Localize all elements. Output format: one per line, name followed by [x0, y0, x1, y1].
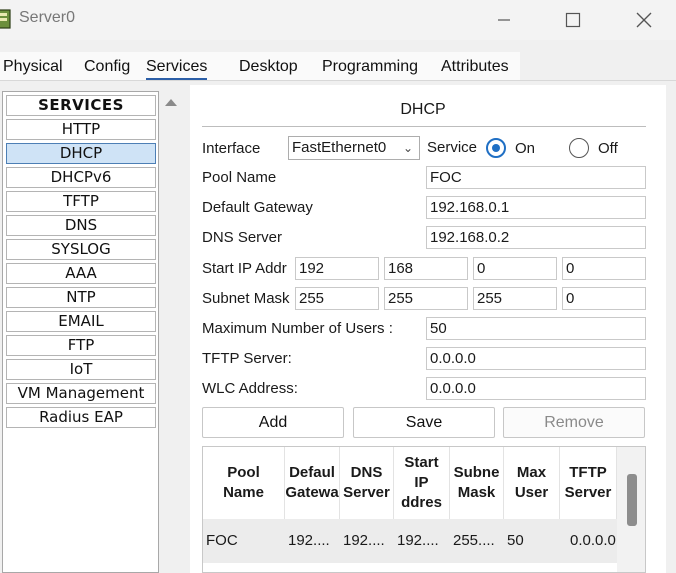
- subnet-mask-label: Subnet Mask: [202, 290, 290, 307]
- max-users-input[interactable]: 50: [426, 317, 646, 340]
- subnet-octet-3[interactable]: 255: [473, 287, 557, 310]
- save-button[interactable]: Save: [353, 407, 495, 438]
- start-ip-octet-1[interactable]: 192: [295, 257, 379, 280]
- cell-default-gateway: 192....: [288, 532, 330, 549]
- service-item-dns[interactable]: DNS: [6, 215, 156, 236]
- tab-desktop[interactable]: Desktop: [239, 58, 298, 76]
- services-header: SERVICES: [6, 95, 156, 116]
- service-item-vm-management[interactable]: VM Management: [6, 383, 156, 404]
- subnet-octet-4[interactable]: 0: [562, 287, 646, 310]
- service-item-dhcpv6[interactable]: DHCPv6: [6, 167, 156, 188]
- add-button[interactable]: Add: [202, 407, 344, 438]
- subnet-octet-1[interactable]: 255: [295, 287, 379, 310]
- server-app-icon: [0, 9, 11, 29]
- service-item-dhcp[interactable]: DHCP: [6, 143, 156, 164]
- tab-physical[interactable]: Physical: [3, 58, 63, 76]
- pool-name-input[interactable]: FOC: [426, 166, 646, 189]
- dhcp-panel: DHCP Interface FastEthernet0 ⌄ Service O…: [190, 85, 666, 573]
- interface-label: Interface: [202, 140, 261, 157]
- default-gateway-input[interactable]: 192.168.0.1: [426, 196, 646, 219]
- cell-max-user: 50: [507, 532, 524, 549]
- cell-start-ip: 192....: [397, 532, 439, 549]
- col-header-subnet-mask[interactable]: Subne Mask: [450, 447, 504, 519]
- tab-divider: [0, 80, 676, 81]
- default-gateway-label: Default Gateway: [202, 199, 313, 216]
- service-item-ntp[interactable]: NTP: [6, 287, 156, 308]
- close-button[interactable]: [621, 0, 667, 40]
- cell-subnet-mask: 255....: [453, 532, 495, 549]
- max-users-label: Maximum Number of Users :: [202, 320, 393, 337]
- interface-value: FastEthernet0: [292, 139, 387, 156]
- service-off-label: Off: [598, 140, 618, 157]
- maximize-button[interactable]: [550, 0, 596, 40]
- title-bar: Server0: [0, 0, 676, 40]
- service-item-email[interactable]: EMAIL: [6, 311, 156, 332]
- cell-pool-name: FOC: [206, 532, 238, 549]
- service-on-radio[interactable]: [486, 138, 506, 158]
- wlc-address-input[interactable]: 0.0.0.0: [426, 377, 646, 400]
- interface-select[interactable]: FastEthernet0 ⌄: [288, 136, 420, 160]
- title-divider: [202, 126, 646, 127]
- tftp-server-input[interactable]: 0.0.0.0: [426, 347, 646, 370]
- services-list: SERVICES HTTP DHCP DHCPv6 TFTP DNS SYSLO…: [2, 91, 159, 573]
- table-scroll-thumb[interactable]: [627, 474, 637, 526]
- table-scrollbar[interactable]: [617, 447, 645, 572]
- wlc-address-label: WLC Address:: [202, 380, 298, 397]
- start-ip-octet-2[interactable]: 168: [384, 257, 468, 280]
- tab-services[interactable]: Services: [146, 58, 208, 80]
- pool-name-label: Pool Name: [202, 169, 277, 186]
- scroll-up-arrow-icon[interactable]: [165, 99, 177, 106]
- start-ip-label: Start IP Addr: [202, 260, 287, 277]
- minimize-icon: [498, 19, 510, 21]
- cell-dns-server: 192....: [343, 532, 385, 549]
- col-header-max-user[interactable]: Max User: [504, 447, 560, 519]
- chevron-down-icon: ⌄: [402, 141, 413, 155]
- maximize-icon: [565, 12, 581, 28]
- subnet-octet-2[interactable]: 255: [384, 287, 468, 310]
- services-scrollbar[interactable]: [160, 91, 184, 573]
- service-label: Service: [427, 139, 478, 156]
- window-title: Server0: [19, 9, 76, 26]
- service-item-http[interactable]: HTTP: [6, 119, 156, 140]
- pool-table: Pool Name Defaul Gatewa DNS Server Start…: [202, 446, 646, 573]
- remove-button[interactable]: Remove: [503, 407, 645, 438]
- panel-title: DHCP: [400, 101, 446, 118]
- tab-programming[interactable]: Programming: [322, 58, 418, 76]
- start-ip-octet-3[interactable]: 0: [473, 257, 557, 280]
- tftp-server-label: TFTP Server:: [202, 350, 292, 367]
- service-item-tftp[interactable]: TFTP: [6, 191, 156, 212]
- service-item-syslog[interactable]: SYSLOG: [6, 239, 156, 260]
- close-icon: [636, 12, 652, 28]
- col-header-pool-name[interactable]: Pool Name: [203, 447, 285, 519]
- dns-server-label: DNS Server: [202, 229, 283, 246]
- service-on-label: On: [515, 140, 536, 157]
- col-header-default-gateway[interactable]: Defaul Gatewa: [285, 447, 340, 519]
- cell-tftp-server: 0.0.0.0: [570, 532, 616, 549]
- tab-config[interactable]: Config: [84, 58, 130, 76]
- col-header-dns-server[interactable]: DNS Server: [340, 447, 394, 519]
- service-item-radius-eap[interactable]: Radius EAP: [6, 407, 156, 428]
- tab-bar: Physical Config Services Desktop Program…: [0, 52, 520, 81]
- col-header-start-ip[interactable]: Start IP ddres: [394, 447, 450, 519]
- tab-attributes[interactable]: Attributes: [441, 58, 509, 76]
- service-item-iot[interactable]: IoT: [6, 359, 156, 380]
- service-off-radio[interactable]: [569, 138, 589, 158]
- service-item-aaa[interactable]: AAA: [6, 263, 156, 284]
- dns-server-input[interactable]: 192.168.0.2: [426, 226, 646, 249]
- minimize-button[interactable]: [481, 0, 527, 40]
- service-item-ftp[interactable]: FTP: [6, 335, 156, 356]
- start-ip-octet-4[interactable]: 0: [562, 257, 646, 280]
- col-header-tftp-server[interactable]: TFTP Server: [560, 447, 617, 519]
